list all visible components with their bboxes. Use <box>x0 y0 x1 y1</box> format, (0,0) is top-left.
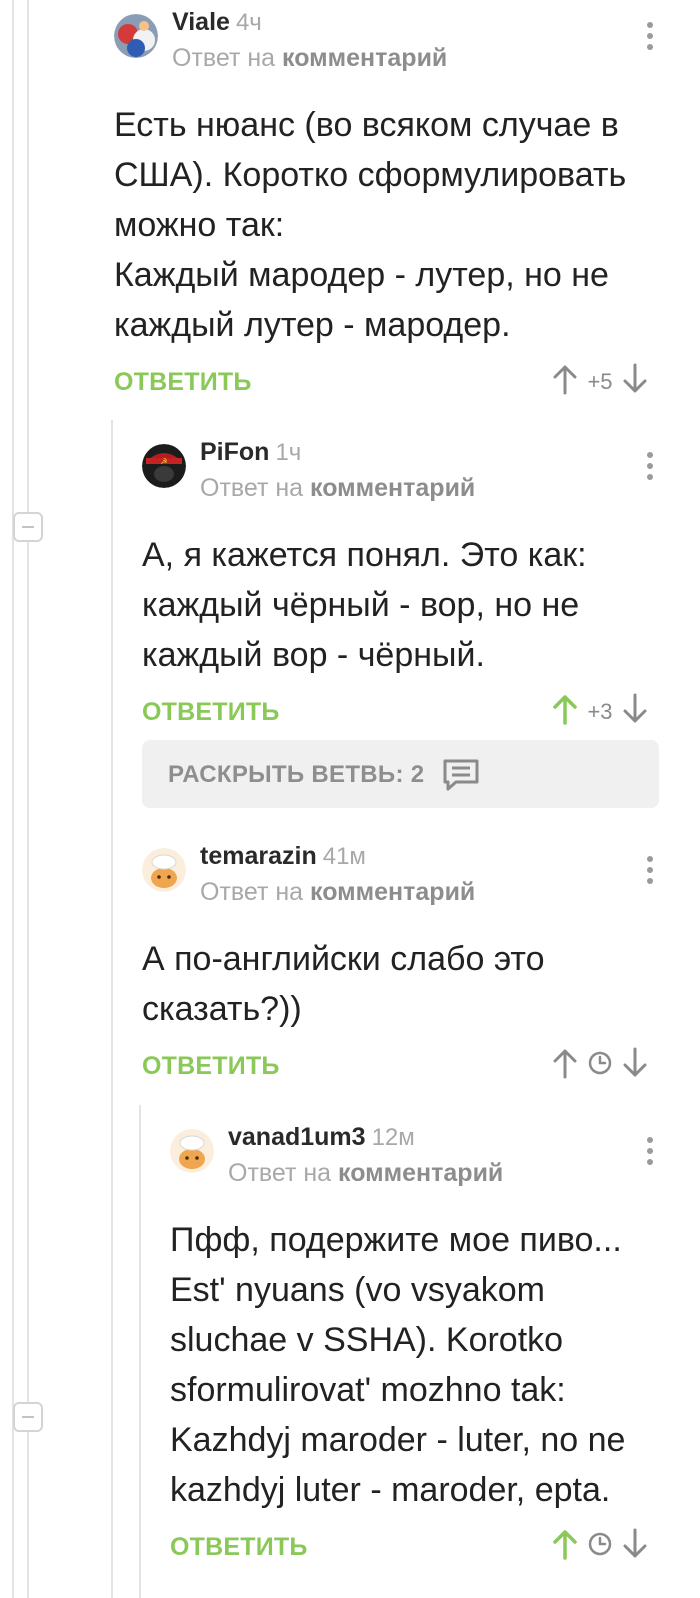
comment-line: Est' nyuans (vo vsyakom <box>170 1271 545 1309</box>
comment-rating: +5 <box>587 368 613 394</box>
author-name[interactable]: temarazin <box>200 842 317 870</box>
arrow-down-icon[interactable] <box>620 692 650 731</box>
avatar[interactable] <box>114 14 158 58</box>
author-name[interactable]: vanad1um3 <box>228 1123 366 1151</box>
thread-line-root <box>12 0 14 1598</box>
reply-button[interactable]: ОТВЕТИТЬ <box>142 1052 280 1081</box>
comment-line: Пфф, подержите мое пиво... <box>170 1221 622 1259</box>
comment-line: А по-английски слабо это <box>142 940 545 978</box>
comment-line: сказать?)) <box>142 990 302 1028</box>
thread-line-level-3 <box>139 1105 141 1598</box>
author-name[interactable]: Viale <box>172 8 230 36</box>
comment: temarazin 41м Ответ на комментарий А по-а… <box>142 842 674 1096</box>
comment: ☭ PiFon 1ч Ответ на комментарий А, я каже… <box>142 438 674 742</box>
arrow-down-icon[interactable] <box>620 362 650 401</box>
thread-line-level-2 <box>111 420 113 1598</box>
thread-line-level-1 <box>27 0 29 1598</box>
arrow-up-icon[interactable] <box>550 1046 580 1085</box>
comment-rating: +3 <box>587 698 613 724</box>
more-vertical-icon[interactable] <box>640 1129 660 1173</box>
comment-line: каждый чёрный - вор, но не <box>142 586 580 624</box>
comment-time: 4ч <box>235 9 262 36</box>
arrow-up-icon[interactable] <box>550 362 580 401</box>
reply-button[interactable]: ОТВЕТИТЬ <box>114 368 252 397</box>
comment-line: США). Коротко сформулировать <box>114 156 627 194</box>
svg-text:☭: ☭ <box>160 457 167 466</box>
clock-icon <box>580 1531 620 1563</box>
reply-prefix: Ответ на <box>200 878 304 906</box>
comment-line: каждый лутер - мародер. <box>114 306 511 344</box>
avatar[interactable]: ☭ <box>142 444 186 488</box>
clock-icon <box>580 1050 620 1082</box>
comment-line: kazhdyj luter - maroder, epta. <box>170 1471 611 1509</box>
collapse-thread-button[interactable] <box>13 1402 43 1432</box>
comment-line: Kazhdyj maroder - luter, no ne <box>170 1421 626 1459</box>
comment-line: sformulirovat' mozhno tak: <box>170 1371 566 1409</box>
comment-line: А, я кажется понял. Это как: <box>142 536 587 574</box>
comment-text: А, я кажется понял. Это как: каждый чёрн… <box>142 530 674 680</box>
expand-branch-button[interactable]: РАСКРЫТЬ ВЕТВЬ: 2 <box>142 740 659 808</box>
parent-comment-link[interactable]: комментарий <box>282 44 447 72</box>
comment-time: 41м <box>322 843 366 870</box>
comment-line: каждый вор - чёрный. <box>142 636 485 674</box>
author-name[interactable]: PiFon <box>200 438 269 466</box>
reply-button[interactable]: ОТВЕТИТЬ <box>142 698 280 727</box>
reply-prefix: Ответ на <box>200 474 304 502</box>
comment: vanad1um3 12м Ответ на комментарий Пфф, п… <box>170 1123 674 1577</box>
reply-prefix: Ответ на <box>172 44 276 72</box>
avatar[interactable] <box>170 1129 214 1173</box>
collapse-thread-button[interactable] <box>13 512 43 542</box>
comment-line: Каждый мародер - лутер, но не <box>114 256 609 294</box>
more-vertical-icon[interactable] <box>640 848 660 892</box>
arrow-up-icon[interactable] <box>550 692 580 731</box>
arrow-down-icon[interactable] <box>620 1527 650 1566</box>
expand-branch-label: РАСКРЫТЬ ВЕТВЬ: 2 <box>168 761 425 788</box>
comment: Viale 4ч Ответ на комментарий Есть нюанс … <box>114 8 674 412</box>
comment-text: Пфф, подержите мое пиво... Est' nyuans (… <box>170 1215 674 1515</box>
arrow-down-icon[interactable] <box>620 1046 650 1085</box>
comment-line: можно так: <box>114 206 285 244</box>
avatar[interactable] <box>142 848 186 892</box>
reply-prefix: Ответ на <box>228 1159 332 1187</box>
comment-line: sluchae v SSHA). Korotko <box>170 1321 564 1359</box>
comments-icon <box>442 758 480 797</box>
parent-comment-link[interactable]: комментарий <box>310 474 475 502</box>
comment-text: А по-английски слабо это сказать?)) <box>142 934 674 1034</box>
more-vertical-icon[interactable] <box>640 444 660 488</box>
reply-button[interactable]: ОТВЕТИТЬ <box>170 1533 308 1562</box>
comment-time: 1ч <box>275 439 302 466</box>
arrow-up-icon[interactable] <box>550 1527 580 1566</box>
comment-time: 12м <box>371 1124 415 1151</box>
comment-line: Есть нюанс (во всяком случае в <box>114 106 619 144</box>
parent-comment-link[interactable]: комментарий <box>338 1159 503 1187</box>
comment-text: Есть нюанс (во всяком случае в США). Кор… <box>114 100 674 350</box>
parent-comment-link[interactable]: комментарий <box>310 878 475 906</box>
more-vertical-icon[interactable] <box>640 14 660 58</box>
